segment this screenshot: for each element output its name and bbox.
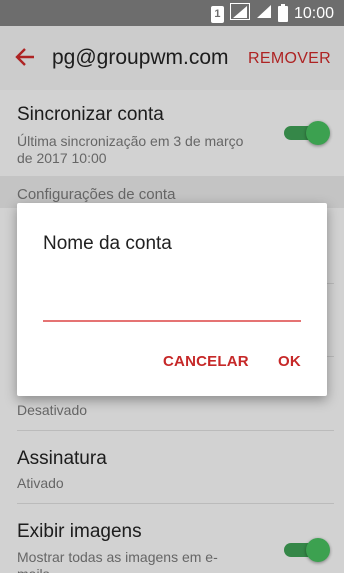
account-name-field[interactable] [43,298,301,322]
dialog-title: Nome da conta [43,233,172,254]
battery-icon [277,4,288,22]
sim-icon: 1 [210,5,224,23]
input-underline [43,320,301,322]
ok-button[interactable]: OK [278,353,301,370]
cancel-button[interactable]: CANCELAR [163,353,249,370]
signal-icon [229,3,250,25]
status-time: 10:00 [293,5,334,22]
status-bar: 1 10:00 [0,0,344,26]
account-name-dialog: Nome da conta CANCELAR OK [17,203,327,396]
account-name-input[interactable] [43,298,301,320]
signal-icon [256,4,272,24]
